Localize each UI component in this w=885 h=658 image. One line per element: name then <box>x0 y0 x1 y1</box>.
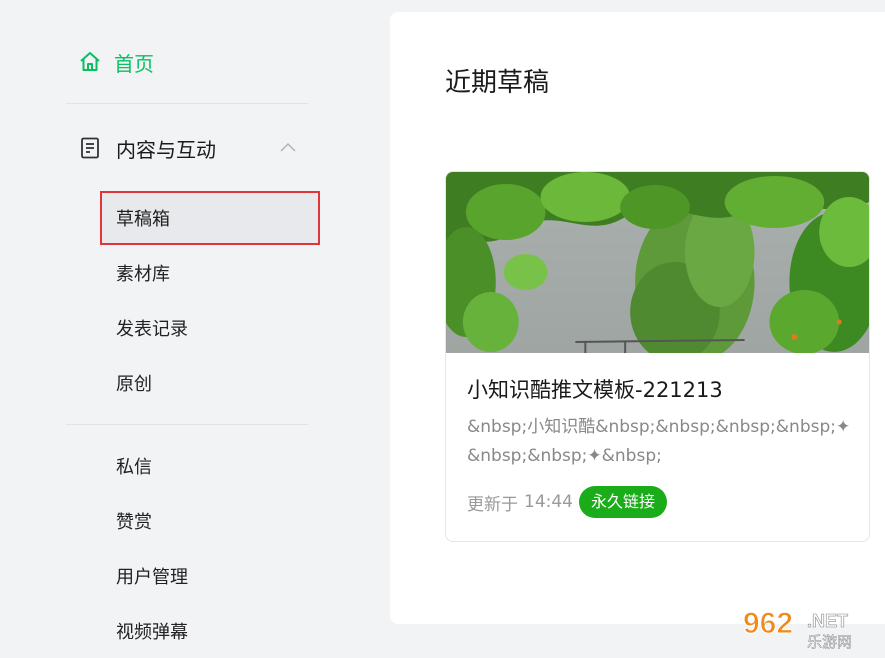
sidebar-item-rewards[interactable]: 赞赏 <box>100 494 320 548</box>
sidebar-item-messages[interactable]: 私信 <box>100 439 320 493</box>
sidebar-item-label: 原创 <box>116 370 152 396</box>
draft-meta: 更新于 14:44 永久链接 <box>467 486 667 518</box>
page-title: 近期草稿 <box>445 62 549 99</box>
sidebar: 首页 内容与互动 草稿箱 素材库 发表记录 原创 私信 赞赏 用户管理 视频弹幕 <box>0 0 390 657</box>
nav-section-content-interaction[interactable]: 内容与互动 <box>78 130 308 166</box>
sidebar-item-label: 草稿箱 <box>116 205 170 231</box>
nav-home[interactable]: 首页 <box>78 46 154 78</box>
updated-prefix: 更新于 <box>467 490 518 515</box>
sidebar-item-label: 视频弹幕 <box>116 618 188 644</box>
permalink-button[interactable]: 永久链接 <box>579 486 667 518</box>
sidebar-item-label: 用户管理 <box>116 563 188 589</box>
sidebar-item-label: 素材库 <box>116 260 170 286</box>
draft-card[interactable]: 小知识酷推文模板-221213 &nbsp;小知识酷&nbsp;&nbsp;&n… <box>445 171 870 542</box>
home-icon <box>78 50 102 74</box>
watermark-chinese: 乐游网 <box>807 633 852 651</box>
watermark-number: 962 <box>743 607 793 640</box>
updated-time: 14:44 <box>524 492 573 512</box>
nav-section-label: 内容与互动 <box>116 134 216 163</box>
sidebar-item-drafts[interactable]: 草稿箱 <box>100 191 320 245</box>
chevron-up-icon[interactable] <box>278 138 298 158</box>
sidebar-item-label: 赞赏 <box>116 508 152 534</box>
sidebar-item-label: 私信 <box>116 453 152 479</box>
site-watermark-logo: 962 .NET 乐游网 <box>739 605 879 651</box>
sidebar-item-publish-records[interactable]: 发表记录 <box>100 301 320 355</box>
watermark-domain: .NET <box>807 611 848 631</box>
sidebar-item-material-library[interactable]: 素材库 <box>100 246 320 300</box>
sidebar-item-label: 发表记录 <box>116 315 188 341</box>
sidebar-divider <box>66 424 308 425</box>
sidebar-item-original[interactable]: 原创 <box>100 356 320 410</box>
nav-home-label: 首页 <box>114 48 154 77</box>
draft-excerpt: &nbsp;小知识酷&nbsp;&nbsp;&nbsp;&nbsp;✦&nbsp… <box>467 413 852 471</box>
draft-title[interactable]: 小知识酷推文模板-221213 <box>467 374 723 404</box>
sidebar-item-user-management[interactable]: 用户管理 <box>100 549 320 603</box>
main-panel: 近期草稿 <box>390 12 885 624</box>
sidebar-item-video-danmaku[interactable]: 视频弹幕 <box>100 604 320 658</box>
document-icon <box>78 136 102 160</box>
draft-cover-image <box>446 172 869 353</box>
sidebar-divider <box>66 103 308 104</box>
